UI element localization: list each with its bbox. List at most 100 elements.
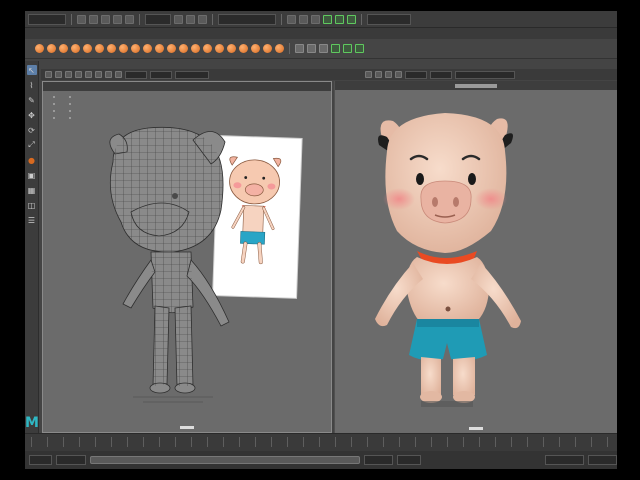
bevel-icon[interactable] bbox=[355, 44, 364, 53]
viewport-left[interactable] bbox=[42, 81, 332, 433]
extrude-icon[interactable] bbox=[319, 44, 328, 53]
cylinder-icon[interactable] bbox=[239, 44, 248, 53]
snap-grid-icon[interactable] bbox=[287, 14, 296, 24]
xray-icon[interactable] bbox=[395, 71, 402, 78]
superellipse-icon[interactable] bbox=[203, 44, 212, 53]
layout-four-icon[interactable]: ▦ bbox=[27, 185, 37, 195]
scale-tool-icon[interactable]: ⤢ bbox=[27, 140, 37, 150]
menu-set-dropdown[interactable] bbox=[28, 13, 66, 25]
tab-rigging[interactable] bbox=[125, 31, 149, 37]
gamma-field[interactable] bbox=[150, 70, 172, 79]
textured-pig-model[interactable] bbox=[375, 113, 521, 403]
wireframe-pig-model[interactable] bbox=[109, 127, 230, 394]
time-slider[interactable] bbox=[25, 433, 617, 451]
cube-icon[interactable] bbox=[47, 44, 56, 53]
snap-point-icon[interactable] bbox=[311, 14, 320, 24]
color-space-dropdown[interactable] bbox=[175, 70, 209, 79]
combine-icon[interactable] bbox=[295, 44, 304, 53]
last-tool-icon[interactable]: ● bbox=[27, 155, 37, 165]
helix-icon[interactable] bbox=[167, 44, 176, 53]
rotate-tool-icon[interactable]: ⟳ bbox=[27, 125, 37, 135]
character-set-dropdown[interactable] bbox=[587, 455, 617, 465]
film-gate-icon[interactable] bbox=[85, 71, 92, 78]
playback-end-field[interactable] bbox=[363, 455, 394, 465]
layout-single-icon[interactable]: ▣ bbox=[27, 170, 37, 180]
select-by-hierarchy-icon[interactable] bbox=[174, 14, 183, 24]
render-settings-icon[interactable] bbox=[347, 14, 356, 24]
color-space-dropdown[interactable] bbox=[455, 70, 515, 79]
smooth-shade-icon[interactable] bbox=[105, 71, 112, 78]
isolate-icon[interactable] bbox=[385, 71, 392, 78]
exposure-field[interactable] bbox=[405, 70, 427, 79]
tab-rendering[interactable] bbox=[187, 31, 211, 37]
textured-icon[interactable] bbox=[115, 71, 122, 78]
separate-icon[interactable] bbox=[307, 44, 316, 53]
plane-icon[interactable] bbox=[95, 44, 104, 53]
save-scene-icon[interactable] bbox=[101, 14, 110, 24]
cube-icon[interactable] bbox=[227, 44, 236, 53]
panel-menu-view[interactable] bbox=[45, 61, 59, 66]
tab-sculpting[interactable] bbox=[97, 31, 119, 37]
pipe-icon[interactable] bbox=[155, 44, 164, 53]
sphere-icon[interactable] bbox=[35, 44, 44, 53]
grid-icon[interactable] bbox=[75, 71, 82, 78]
tab-curves-surfaces[interactable] bbox=[33, 31, 63, 37]
sphere-icon[interactable] bbox=[215, 44, 224, 53]
paint-select-tool-icon[interactable]: ✎ bbox=[27, 95, 37, 105]
shadows-icon[interactable] bbox=[375, 71, 382, 78]
panel-menu-renderer[interactable] bbox=[137, 61, 153, 66]
layout-stack-icon[interactable]: ☰ bbox=[27, 215, 37, 225]
select-tool-icon[interactable]: ↖ bbox=[26, 65, 37, 75]
pyramid-icon[interactable] bbox=[131, 44, 140, 53]
select-by-component-icon[interactable] bbox=[198, 14, 207, 24]
wireframe-icon[interactable] bbox=[95, 71, 102, 78]
playback-start-field[interactable] bbox=[56, 455, 86, 465]
gear-icon[interactable] bbox=[179, 44, 188, 53]
prism-icon[interactable] bbox=[143, 44, 152, 53]
render-icon[interactable] bbox=[323, 14, 332, 24]
select-by-object-icon[interactable] bbox=[186, 14, 195, 24]
ipr-render-icon[interactable] bbox=[335, 14, 344, 24]
platonic-icon[interactable] bbox=[119, 44, 128, 53]
end-time-field[interactable] bbox=[397, 455, 421, 465]
start-time-field[interactable] bbox=[29, 455, 53, 465]
reference-image-plane[interactable] bbox=[212, 135, 303, 299]
layout-side-icon[interactable]: ◫ bbox=[27, 200, 37, 210]
torus-icon[interactable] bbox=[263, 44, 272, 53]
tab-poly-modeling[interactable] bbox=[69, 31, 91, 37]
cone-icon[interactable] bbox=[251, 44, 260, 53]
panel-menu-panels[interactable] bbox=[161, 61, 175, 66]
lights-icon[interactable] bbox=[365, 71, 372, 78]
lasso-tool-icon[interactable]: ⌇ bbox=[27, 80, 37, 90]
exposure-field[interactable] bbox=[125, 70, 147, 79]
bridge-icon[interactable] bbox=[331, 44, 340, 53]
gamma-field[interactable] bbox=[430, 70, 452, 79]
object-mode-dropdown[interactable] bbox=[145, 13, 171, 25]
camera-icon[interactable] bbox=[45, 71, 52, 78]
cylinder-icon[interactable] bbox=[59, 44, 68, 53]
new-scene-icon[interactable] bbox=[77, 14, 86, 24]
disc-icon[interactable] bbox=[107, 44, 116, 53]
cone-icon[interactable] bbox=[71, 44, 80, 53]
move-tool-icon[interactable]: ✥ bbox=[27, 110, 37, 120]
redo-icon[interactable] bbox=[125, 14, 134, 24]
workspace-dropdown[interactable] bbox=[367, 13, 411, 25]
range-slider-bar[interactable] bbox=[89, 456, 360, 464]
panel-menu-show[interactable] bbox=[115, 61, 129, 66]
viewport-right[interactable] bbox=[334, 81, 617, 433]
panel-menu-lighting[interactable] bbox=[91, 61, 107, 66]
torus-icon[interactable] bbox=[83, 44, 92, 53]
open-scene-icon[interactable] bbox=[89, 14, 98, 24]
undo-icon[interactable] bbox=[113, 14, 122, 24]
fps-dropdown[interactable] bbox=[544, 455, 584, 465]
bevel-icon[interactable] bbox=[343, 44, 352, 53]
soccer-ball-icon[interactable] bbox=[191, 44, 200, 53]
tab-animation[interactable] bbox=[155, 31, 181, 37]
tab-fx[interactable] bbox=[217, 31, 241, 37]
plane-icon[interactable] bbox=[275, 44, 284, 53]
bookmark-icon[interactable] bbox=[55, 71, 62, 78]
snap-curve-icon[interactable] bbox=[299, 14, 308, 24]
selection-mask-field[interactable] bbox=[218, 13, 276, 25]
panel-menu-shading[interactable] bbox=[67, 61, 83, 66]
image-plane-icon[interactable] bbox=[65, 71, 72, 78]
